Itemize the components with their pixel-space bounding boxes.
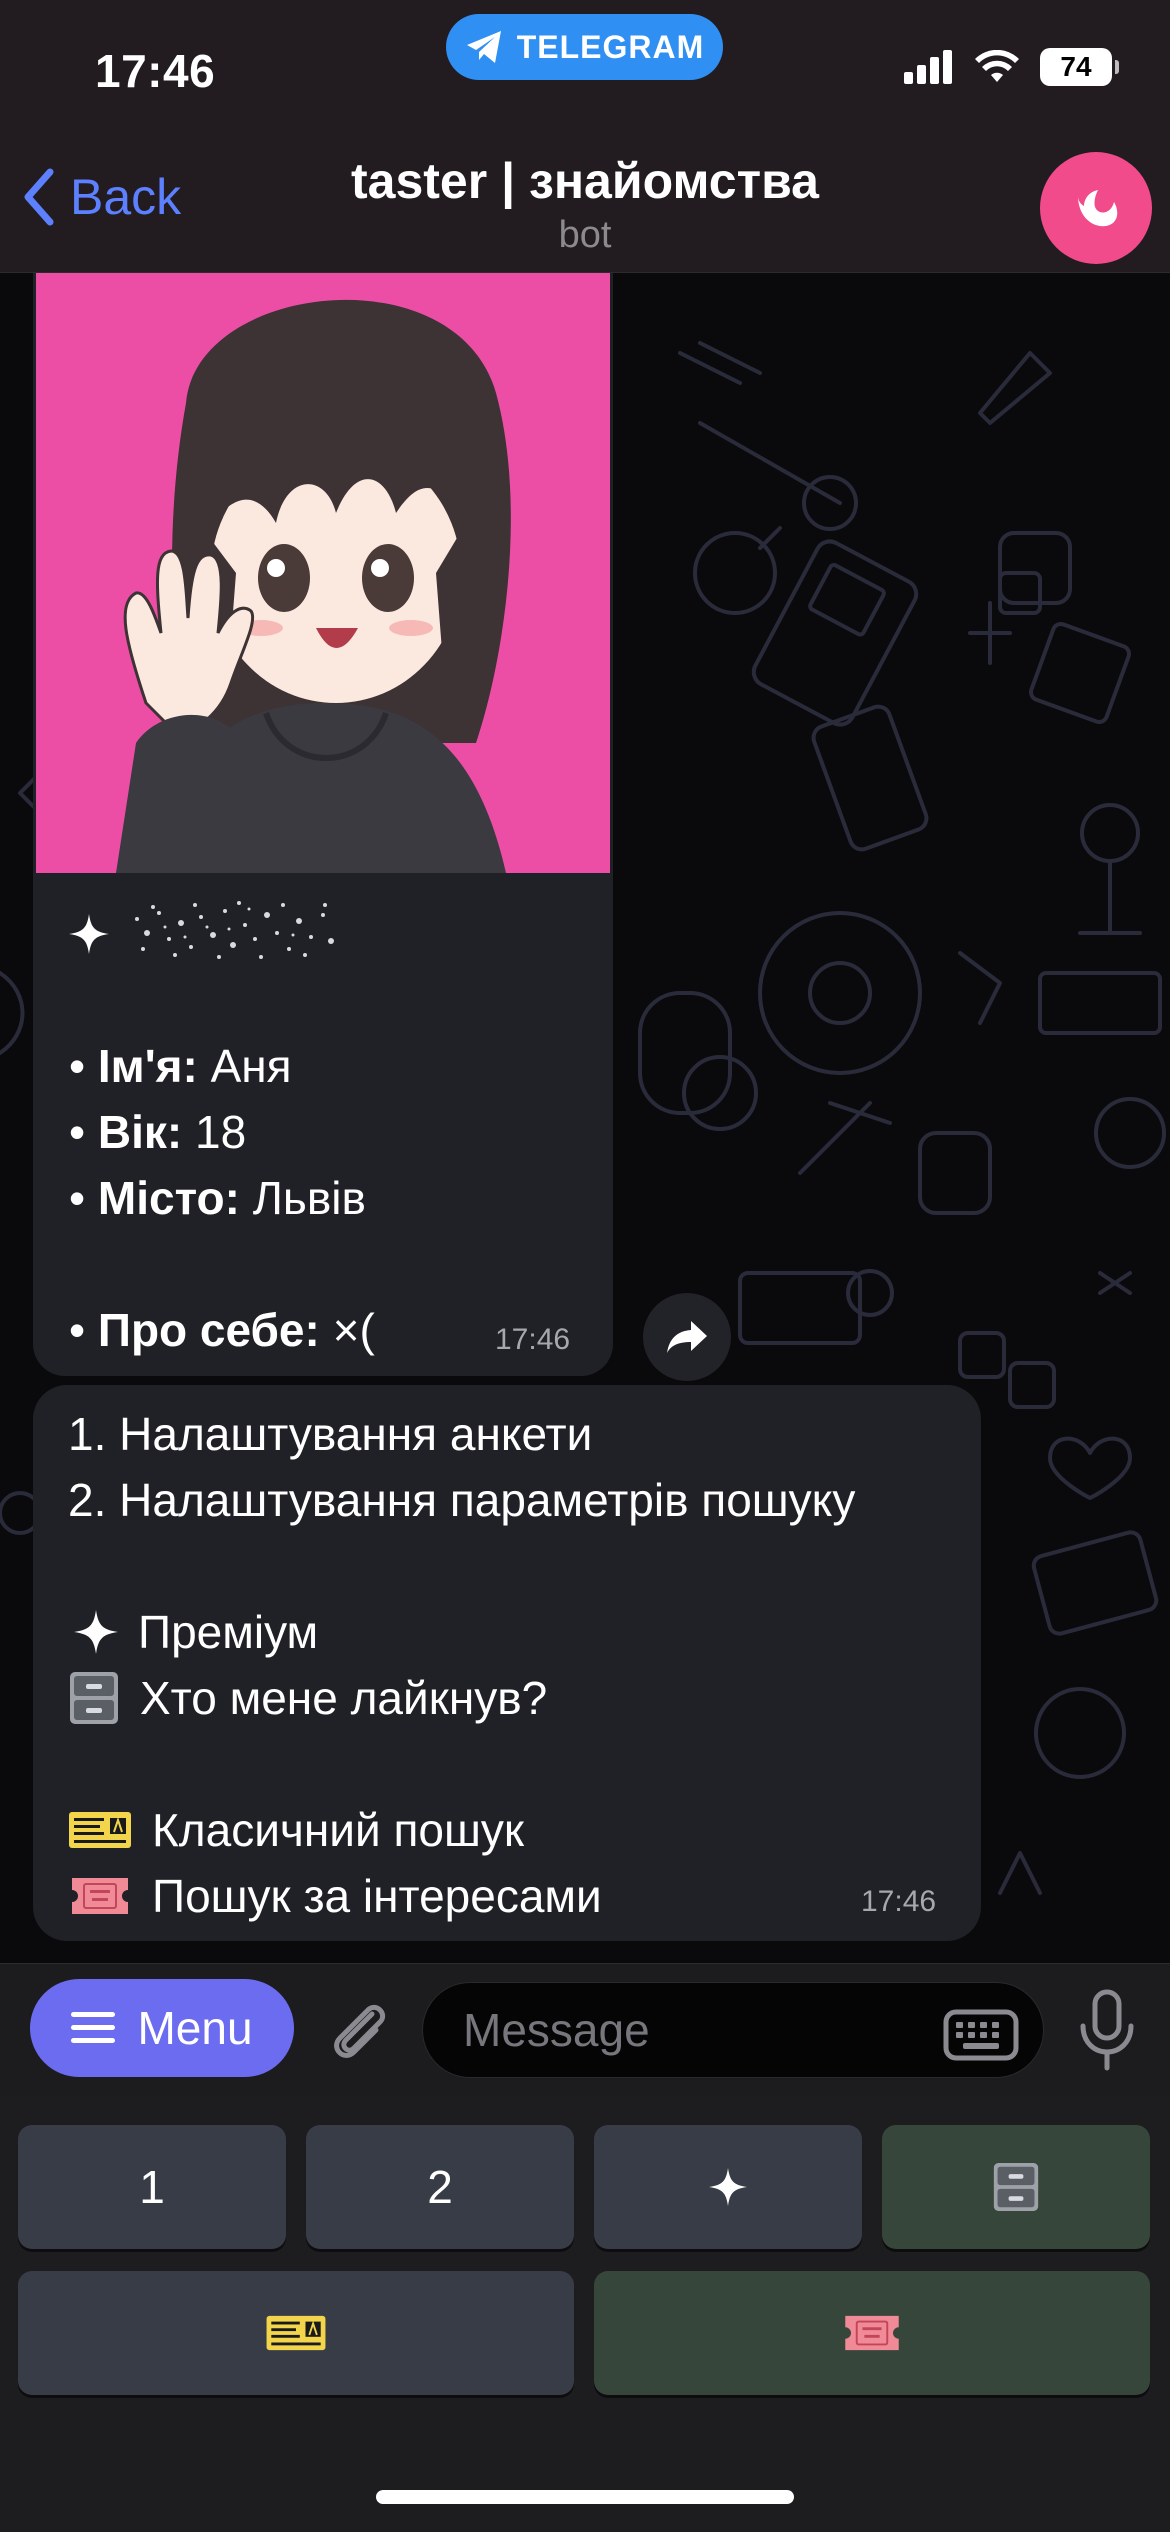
paperclip-icon[interactable] — [322, 1994, 394, 2066]
keyboard-button-premium[interactable] — [594, 2125, 862, 2249]
cabinet-icon — [993, 2163, 1039, 2211]
ticket-icon — [266, 2315, 326, 2351]
keyboard-button-likes[interactable] — [882, 2125, 1150, 2249]
menu-line: Хто мене лайкнув? — [68, 1665, 855, 1731]
input-bar: Menu Message — [0, 1963, 1170, 2095]
menu-line-text: Хто мене лайкнув? — [140, 1672, 548, 1724]
about-row: • Про себе: ×( — [69, 1304, 375, 1356]
signal-icon — [904, 50, 952, 84]
menu-line: Пошук за інтересами — [68, 1863, 855, 1929]
keyboard-button-1[interactable]: 1 — [18, 2125, 286, 2249]
chat-header: 17:46 TELEGRAM 74 Back taster | знайомст… — [0, 0, 1170, 273]
cabinet-icon — [70, 1672, 118, 1724]
bot-avatar[interactable] — [1040, 152, 1152, 264]
menu-line: Преміум — [68, 1599, 855, 1665]
menu-line-text: 2. Налаштування параметрів пошуку — [68, 1474, 856, 1526]
forward-icon — [667, 1321, 707, 1353]
keyboard-button-2[interactable]: 2 — [306, 2125, 574, 2249]
city-label: Місто: — [97, 1172, 240, 1224]
menu-line: 1. Налаштування анкети — [68, 1401, 855, 1467]
admit-ticket-icon — [72, 1878, 128, 1914]
profile-photo[interactable] — [36, 273, 610, 873]
ticket-icon — [69, 1812, 131, 1848]
about-label: Про себе: — [97, 1304, 320, 1356]
name-label: Ім'я: — [97, 1040, 198, 1092]
admit-ticket-icon — [845, 2315, 899, 2351]
menu-line-text: Класичний пошук — [152, 1804, 524, 1856]
menu-button-label: Menu — [137, 2002, 253, 2054]
anime-girl-illustration — [36, 273, 610, 873]
about-value: ×( — [319, 1304, 375, 1356]
message-placeholder: Message — [463, 2004, 650, 2056]
age-row: • Вік: 18 — [69, 1106, 247, 1158]
profile-caption: • Ім'я: Аня • Вік: 18 • Місто: Львів • П… — [69, 901, 375, 1363]
menu-message-text: 1. Налаштування анкети 2. Налаштування п… — [68, 1401, 855, 1929]
menu-line: Класичний пошук — [68, 1797, 855, 1863]
key-label: 1 — [139, 2161, 165, 2213]
sparkle-icon — [709, 2168, 747, 2206]
mic-icon[interactable] — [1078, 1988, 1136, 2074]
chat-subtitle: bot — [558, 214, 612, 256]
message-input[interactable]: Message — [422, 1982, 1044, 2078]
telegram-chat-screen: 17:46 TELEGRAM 74 Back taster | знайомст… — [0, 0, 1170, 2532]
caption-header-line — [69, 901, 375, 967]
status-time: 17:46 — [95, 45, 216, 97]
menu-button[interactable]: Menu — [30, 1979, 294, 2077]
age-value: 18 — [182, 1106, 247, 1158]
keyboard-button-classic-search[interactable] — [18, 2271, 574, 2395]
menu-message[interactable]: 1. Налаштування анкети 2. Налаштування п… — [33, 1385, 981, 1941]
reply-keyboard: 1 2 — [0, 2095, 1170, 2532]
age-label: Вік: — [97, 1106, 183, 1158]
flame-logo-icon — [1078, 190, 1118, 227]
wifi-icon — [975, 50, 1019, 82]
key-label: 2 — [427, 2161, 453, 2213]
menu-line-text: Пошук за інтересами — [152, 1870, 602, 1922]
telegram-pill[interactable]: TELEGRAM — [446, 14, 723, 80]
chat-area[interactable]: • Ім'я: Аня • Вік: 18 • Місто: Львів • П… — [0, 273, 1170, 1963]
name-value: Аня — [197, 1040, 292, 1092]
city-value: Львів — [239, 1172, 366, 1224]
menu-line-text: Преміум — [138, 1606, 319, 1658]
sparkle-icon — [74, 1610, 118, 1654]
menu-line-text: 1. Налаштування анкети — [68, 1408, 593, 1460]
hamburger-icon — [71, 2012, 116, 2043]
menu-message-time: 17:46 — [861, 1885, 937, 1918]
home-indicator[interactable] — [376, 2490, 794, 2504]
battery-indicator: 74 — [1040, 48, 1119, 86]
keyboard-icon[interactable] — [943, 2009, 1019, 2061]
telegram-icon — [466, 31, 501, 63]
profile-message[interactable]: • Ім'я: Аня • Вік: 18 • Місто: Львів • П… — [33, 273, 613, 1376]
spoiler-text[interactable] — [129, 899, 339, 969]
sparkle-icon — [69, 914, 109, 954]
keyboard-button-interest-search[interactable] — [594, 2271, 1150, 2395]
menu-line: 2. Налаштування параметрів пошуку — [68, 1467, 855, 1533]
telegram-pill-label: TELEGRAM — [516, 28, 705, 65]
forward-button[interactable] — [643, 1293, 731, 1381]
city-row: • Місто: Львів — [69, 1172, 366, 1224]
status-icons: 74 — [904, 48, 1119, 86]
name-row: • Ім'я: Аня — [69, 1040, 292, 1092]
chat-title[interactable]: taster | знайомства — [0, 152, 1170, 210]
profile-message-time: 17:46 — [495, 1323, 571, 1356]
